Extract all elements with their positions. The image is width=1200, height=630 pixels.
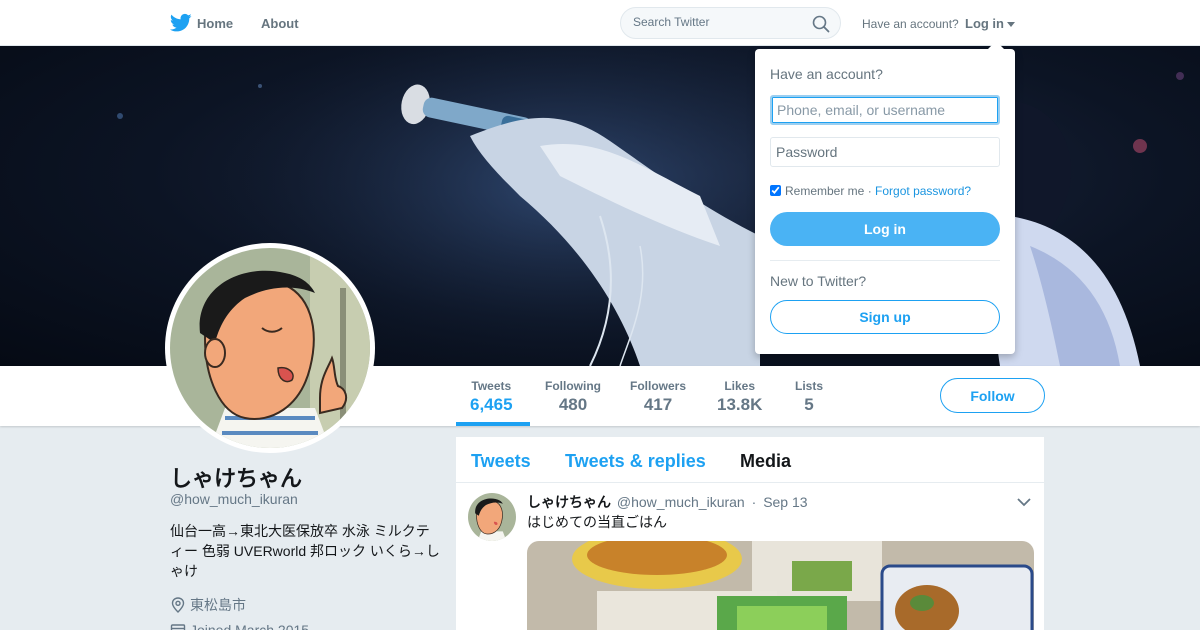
stat-value: 5 bbox=[804, 395, 814, 414]
login-dropdown-title: Have an account? bbox=[770, 66, 883, 82]
remember-me-label[interactable]: Remember me bbox=[785, 184, 864, 198]
tweet-media-photo[interactable] bbox=[527, 541, 1034, 630]
tweet-author-name[interactable]: しゃけちゃん bbox=[527, 494, 611, 510]
nav-home-link[interactable]: Home bbox=[197, 16, 233, 31]
stat-followers[interactable]: Followers 417 bbox=[630, 379, 686, 415]
avatar-image bbox=[170, 248, 370, 448]
stat-label: Likes bbox=[724, 379, 756, 393]
login-dropdown: Have an account? Remember me · Forgot pa… bbox=[755, 41, 1015, 354]
tweet-photo bbox=[527, 541, 1034, 630]
new-to-twitter-text: New to Twitter? bbox=[770, 273, 867, 289]
tweet-text: はじめての当直ごはん bbox=[527, 514, 667, 530]
tab-tweets-replies[interactable]: Tweets & replies bbox=[565, 451, 706, 472]
stat-value: 480 bbox=[558, 395, 588, 414]
stat-value: 417 bbox=[643, 395, 673, 414]
remember-me-checkbox[interactable] bbox=[770, 185, 781, 196]
login-dropdown-toggle[interactable]: Log in bbox=[965, 16, 1015, 31]
signup-button[interactable]: Sign up bbox=[770, 300, 1000, 334]
profile-handle[interactable]: @how_much_ikuran bbox=[170, 491, 298, 507]
dropdown-divider bbox=[770, 260, 1000, 261]
profile-bio: 仙台一高→東北大医保放卒 水泳 ミルクティー 色弱 UVERworld 邦ロック… bbox=[170, 523, 440, 579]
chevron-down-icon[interactable] bbox=[1017, 497, 1031, 507]
tweet-header: しゃけちゃん @how_much_ikuran · Sep 13 bbox=[527, 492, 808, 512]
remember-separator: · bbox=[867, 184, 872, 198]
stat-value: 6,465 bbox=[470, 395, 513, 414]
tweet-avatar-image bbox=[468, 493, 516, 541]
location-pin-icon bbox=[171, 597, 185, 613]
tweet-author-handle[interactable]: @how_much_ikuran bbox=[617, 494, 745, 510]
location-text: 東松島市 bbox=[190, 597, 246, 613]
active-stat-underline bbox=[456, 422, 530, 426]
search-input[interactable] bbox=[633, 15, 803, 29]
forgot-password-link[interactable]: Forgot password? bbox=[875, 184, 971, 198]
timeline: Tweets Tweets & replies Media しゃけちゃん @ho… bbox=[456, 437, 1044, 630]
profile-location: 東松島市 bbox=[170, 595, 246, 615]
tweet-avatar[interactable] bbox=[468, 493, 516, 541]
tweet-item[interactable]: しゃけちゃん @how_much_ikuran · Sep 13 はじめての当直… bbox=[456, 483, 1044, 630]
password-field[interactable] bbox=[770, 137, 1000, 167]
profile-avatar[interactable] bbox=[165, 243, 375, 453]
stat-label: Following bbox=[545, 379, 601, 393]
joined-text: Joined March 2015 bbox=[190, 622, 310, 630]
follow-button[interactable]: Follow bbox=[940, 378, 1045, 413]
dropdown-arrow bbox=[988, 41, 1004, 49]
tweet-separator: · bbox=[751, 494, 757, 510]
stat-tweets[interactable]: Tweets 6,465 bbox=[470, 379, 513, 415]
login-button[interactable]: Log in bbox=[770, 212, 1000, 246]
stat-value: 13.8K bbox=[717, 395, 763, 414]
search-icon[interactable] bbox=[812, 15, 830, 33]
have-account-text: Have an account? bbox=[862, 17, 959, 31]
timeline-tabs: Tweets Tweets & replies Media bbox=[456, 437, 1044, 483]
top-navigation: Home About Have an account? Log in bbox=[0, 0, 1200, 46]
caret-down-icon bbox=[1007, 22, 1015, 28]
username-field[interactable] bbox=[770, 95, 1000, 125]
nav-about-link[interactable]: About bbox=[261, 16, 299, 31]
tab-media[interactable]: Media bbox=[740, 451, 791, 472]
stat-likes[interactable]: Likes 13.8K bbox=[717, 379, 762, 415]
stat-following[interactable]: Following 480 bbox=[545, 379, 601, 415]
stat-label: Followers bbox=[630, 379, 687, 393]
stat-label: Tweets bbox=[471, 379, 512, 393]
tweet-date[interactable]: Sep 13 bbox=[763, 494, 807, 510]
calendar-icon bbox=[170, 624, 186, 630]
twitter-bird-icon[interactable] bbox=[170, 13, 192, 33]
stat-label: Lists bbox=[795, 379, 824, 393]
tab-tweets[interactable]: Tweets bbox=[471, 451, 531, 472]
stat-lists[interactable]: Lists 5 bbox=[795, 379, 823, 415]
search-box bbox=[620, 7, 841, 39]
login-toggle-label: Log in bbox=[965, 16, 1004, 31]
profile-joined: Joined March 2015 bbox=[170, 622, 309, 630]
profile-name[interactable]: しゃけちゃん bbox=[170, 461, 302, 493]
remember-row: Remember me · Forgot password? bbox=[770, 184, 971, 198]
